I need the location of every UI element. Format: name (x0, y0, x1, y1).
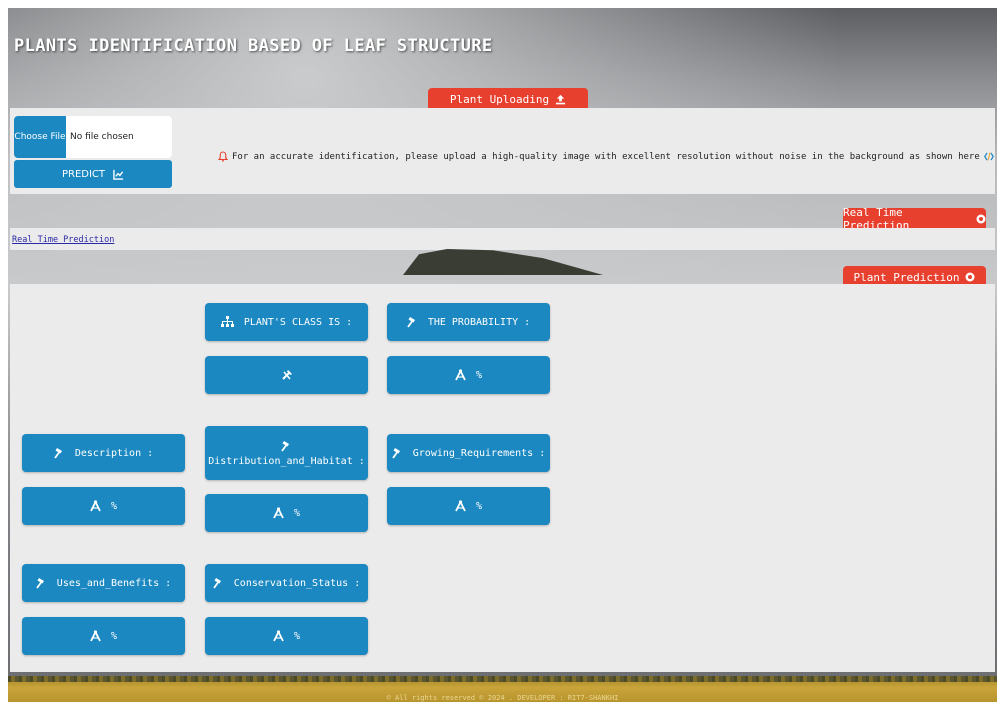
upload-icon (555, 94, 566, 105)
footer-grass (8, 676, 997, 682)
description-button[interactable]: Description : (22, 434, 185, 472)
footer-text: © All rights reserved © 2024 . DEVELOPER… (386, 694, 619, 702)
file-status-text: No file chosen (70, 132, 134, 142)
compass-icon (90, 500, 101, 512)
prediction-panel (10, 284, 995, 672)
description-value-suffix: % (110, 500, 118, 512)
compass-icon (455, 500, 466, 512)
growing-requirements-button[interactable]: Growing_Requirements : (387, 434, 550, 472)
description-label: Description : (74, 447, 154, 459)
conservation-status-label: Conservation_Status : (233, 577, 361, 589)
camera-icon (965, 272, 975, 282)
tab-plant-uploading[interactable]: Plant Uploading (428, 88, 588, 110)
page-title: PLANTS IDENTIFICATION BASED OF LEAF STRU… (14, 36, 493, 56)
upload-notice: For an accurate identification, please u… (218, 151, 994, 162)
description-value: % (22, 487, 185, 525)
gavel-icon (281, 440, 292, 452)
bell-icon (218, 151, 228, 162)
uses-benefits-button[interactable]: Uses_and_Benefits : (22, 564, 185, 602)
code-icon[interactable] (983, 152, 994, 161)
growing-requirements-value-suffix: % (475, 500, 483, 512)
probability-value: % (387, 356, 550, 394)
probability-label: THE PROBABILITY : (427, 316, 531, 328)
plant-class-value (205, 356, 368, 394)
growing-requirements-label: Growing_Requirements : (412, 447, 546, 459)
predict-button-label: PREDICT (61, 168, 106, 180)
tab-real-time-prediction[interactable]: Real Time Prediction (843, 206, 986, 232)
gavel-icon (54, 447, 65, 459)
conservation-status-value: % (205, 617, 368, 655)
app-window: PLANTS IDENTIFICATION BASED OF LEAF STRU… (8, 8, 997, 702)
distribution-label: Distribution_and_Habitat : (208, 455, 365, 467)
compass-icon (90, 630, 101, 642)
camera-icon (976, 214, 986, 224)
chart-icon (113, 169, 124, 180)
choose-file-button[interactable]: Choose File (14, 116, 66, 158)
compass-icon (273, 630, 284, 642)
plant-class-button[interactable]: PLANT'S CLASS IS : (205, 303, 368, 341)
plant-class-label: PLANT'S CLASS IS : (243, 316, 353, 328)
sitemap-icon (220, 316, 234, 328)
realtime-panel (10, 228, 995, 250)
file-input[interactable]: Choose File No file chosen (14, 116, 172, 158)
gavel-icon (392, 447, 403, 459)
probability-button[interactable]: THE PROBABILITY : (387, 303, 550, 341)
predict-button[interactable]: PREDICT (14, 160, 172, 188)
probability-value-suffix: % (475, 369, 483, 381)
compass-icon (455, 369, 466, 381)
distribution-value-suffix: % (293, 507, 301, 519)
background-mountain (403, 249, 603, 275)
tab-plant-prediction-label: Plant Prediction (853, 270, 960, 284)
distribution-value: % (205, 494, 368, 532)
compass-icon (273, 507, 284, 519)
tab-plant-uploading-label: Plant Uploading (449, 92, 550, 106)
upload-notice-text: For an accurate identification, please u… (232, 151, 980, 162)
real-time-prediction-link[interactable]: Real Time Prediction (12, 235, 114, 245)
gavel-icon (213, 577, 224, 589)
distribution-button[interactable]: Distribution_and_Habitat : (205, 426, 368, 480)
uses-benefits-label: Uses_and_Benefits : (56, 577, 172, 589)
gavel-icon (407, 316, 418, 328)
conservation-status-button[interactable]: Conservation_Status : (205, 564, 368, 602)
uses-benefits-value: % (22, 617, 185, 655)
growing-requirements-value: % (387, 487, 550, 525)
tools-icon (281, 369, 293, 381)
gavel-icon (36, 577, 47, 589)
uses-benefits-value-suffix: % (110, 630, 118, 642)
conservation-status-value-suffix: % (293, 630, 301, 642)
